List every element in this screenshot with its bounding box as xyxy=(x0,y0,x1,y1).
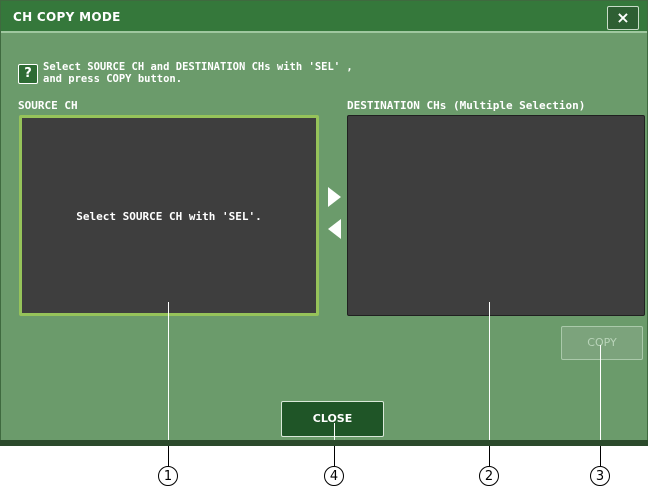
source-ch-message: Select SOURCE CH with 'SEL'. xyxy=(76,210,262,223)
source-ch-panel[interactable]: Select SOURCE CH with 'SEL'. xyxy=(19,115,319,316)
window-bottom-border xyxy=(0,440,648,446)
instruction-text: Select SOURCE CH and DESTINATION CHs wit… xyxy=(43,61,353,85)
arrow-left-icon xyxy=(328,219,341,239)
callout-number-3: 3 xyxy=(590,466,610,486)
callout-line-3 xyxy=(600,345,601,440)
close-button[interactable]: CLOSE xyxy=(281,401,384,437)
callout-number-2: 2 xyxy=(479,466,499,486)
close-icon[interactable]: × xyxy=(607,6,639,30)
arrow-right-icon xyxy=(328,187,341,207)
destination-chs-panel[interactable] xyxy=(347,115,645,316)
callout-number-4: 4 xyxy=(324,466,344,486)
destination-chs-label: DESTINATION CHs (Multiple Selection) xyxy=(347,99,586,112)
callout-line-2 xyxy=(489,302,490,440)
ch-copy-mode-window: CH COPY MODE × ? Select SOURCE CH and DE… xyxy=(0,0,648,446)
help-icon[interactable]: ? xyxy=(18,64,38,84)
copy-button[interactable]: COPY xyxy=(561,326,643,360)
callout-number-1: 1 xyxy=(158,466,178,486)
title-bar: CH COPY MODE × xyxy=(1,1,647,33)
callout-line-1-lower xyxy=(168,446,169,466)
callout-line-2-lower xyxy=(489,446,490,466)
window-title: CH COPY MODE xyxy=(13,10,121,24)
callout-line-4 xyxy=(334,423,335,440)
callout-line-4-lower xyxy=(334,446,335,466)
callout-line-3-lower xyxy=(600,446,601,466)
callout-line-1 xyxy=(168,302,169,440)
source-ch-label: SOURCE CH xyxy=(18,99,78,112)
